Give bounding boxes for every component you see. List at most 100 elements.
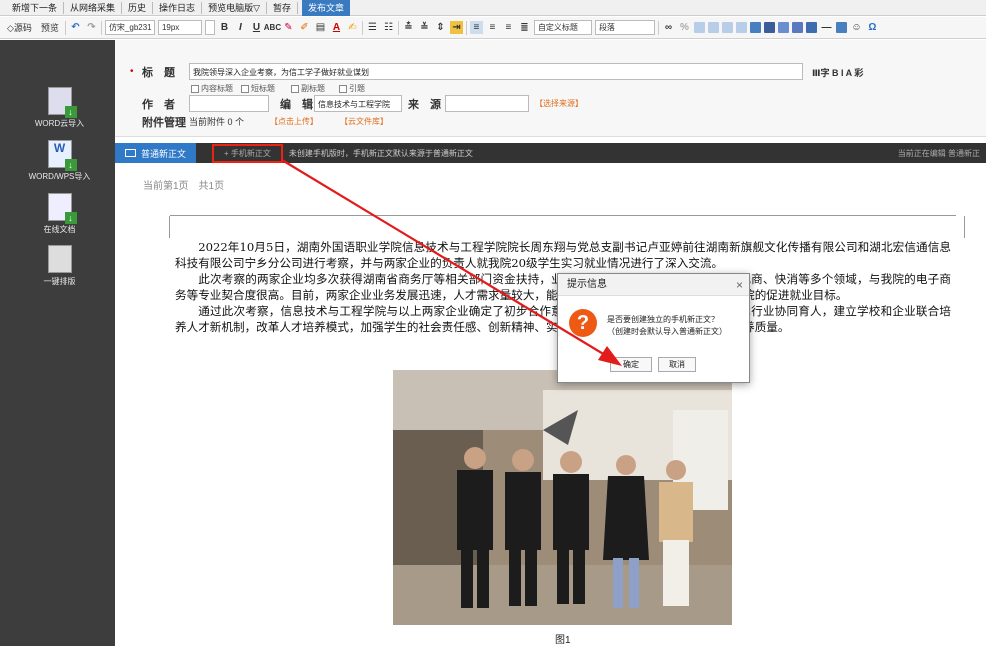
online-document-button[interactable]: ↓ 在线文档 (22, 193, 97, 235)
unordered-list-icon[interactable]: ☷ (382, 21, 395, 34)
emoji-icon[interactable]: ☺ (850, 21, 863, 34)
paragraph-select[interactable]: 段落 (594, 20, 655, 35)
attachment-label: 附件管理 (142, 117, 186, 129)
toolbar-divider (657, 20, 659, 35)
align-center-icon[interactable]: ≡ (486, 21, 499, 34)
music-icon[interactable] (777, 22, 789, 33)
undo-icon[interactable]: ↶ (69, 21, 82, 34)
top-menu-bar: 新增下一条 从网络采集 历史 操作日志 预览电脑版▽ 暂存 发布文章 (0, 0, 986, 16)
font-color-icon[interactable]: A (330, 21, 343, 34)
word-cloud-import-button[interactable]: ↓ WORD云导入 (22, 87, 97, 129)
font-family-select[interactable]: 仿宋_gb231 (104, 20, 155, 35)
title-input[interactable]: 我院领导深入企业考察，为信工学子做好就业谋划 (189, 63, 803, 80)
menu-history[interactable]: 历史 (122, 1, 154, 14)
menu-save-draft[interactable]: 暂存 (267, 1, 298, 14)
cancel-button[interactable]: 取消 (658, 357, 696, 372)
toolbar-divider (361, 20, 363, 35)
format-painter-icon[interactable]: ▤ (314, 21, 327, 34)
paragraph-after-icon[interactable]: ≚ (418, 21, 431, 34)
date-icon[interactable] (835, 22, 847, 33)
eraser-icon[interactable]: ✎ (282, 21, 295, 34)
font-size-select[interactable]: 19px (157, 20, 202, 35)
title-format-tools[interactable]: Ⅲ字 B I A 彩 (812, 66, 863, 79)
one-click-format-button[interactable]: 一键排版 (22, 245, 97, 287)
strikethrough-icon[interactable]: ABC (264, 21, 281, 34)
brush-icon[interactable]: ✐ (298, 21, 311, 34)
redo-icon[interactable]: ↷ (85, 21, 98, 34)
confirm-button[interactable]: 确定 (610, 357, 652, 372)
map-icon[interactable] (805, 22, 817, 33)
upload-link[interactable]: 【点击上传】 (270, 116, 318, 127)
sidebar-item-label: WORD/WPS导入 (28, 172, 91, 181)
highlight-icon[interactable]: ✍ (346, 21, 359, 34)
attachment-icon[interactable] (763, 22, 775, 33)
menu-web-collect[interactable]: 从网络采集 (64, 1, 123, 14)
photo-caption: 图1 (555, 635, 571, 646)
table-merge-icon[interactable] (735, 22, 747, 33)
toolbar-divider (100, 20, 102, 35)
align-left-icon[interactable]: ≡ (469, 21, 483, 34)
sidebar-item-label: 一键排版 (43, 277, 76, 286)
source-input[interactable] (445, 95, 529, 112)
horizontal-rule-icon[interactable]: — (820, 21, 833, 34)
green-badge-icon: ↓ (64, 106, 77, 118)
table-row-icon[interactable] (707, 22, 719, 33)
prompt-dialog: 提示信息 × ? 是否要创建独立的手机新正文？ （创建时会默认导入普通新正文） … (557, 273, 750, 383)
source-button[interactable]: ◇源码 (4, 20, 35, 35)
image-icon[interactable] (749, 22, 761, 33)
paragraph-before-icon[interactable]: ≛ (402, 21, 415, 34)
checkbox-box (241, 84, 249, 93)
align-justify-icon[interactable]: ≣ (518, 21, 531, 34)
table-col-icon[interactable] (721, 22, 733, 33)
link-icon[interactable]: ∞ (662, 21, 675, 34)
author-input[interactable] (189, 95, 269, 112)
menu-preview-pc[interactable]: 预览电脑版▽ (202, 1, 267, 14)
video-icon[interactable] (791, 22, 803, 33)
underline-icon[interactable]: U (250, 21, 263, 34)
online-document-icon: ↓ (47, 193, 77, 224)
green-badge-icon: ↓ (64, 212, 77, 224)
style-select[interactable] (204, 20, 215, 35)
short-title-checkbox[interactable]: 短标题 (241, 83, 275, 94)
preview-button[interactable]: 预览 (38, 20, 62, 35)
choose-source-link[interactable]: 【选择来源】 (535, 98, 583, 109)
publish-button[interactable]: 发布文章 (302, 0, 351, 16)
green-badge-icon: ↓ (64, 159, 77, 171)
tab-mobile-body[interactable]: + 手机新正文 (212, 143, 283, 163)
article-photo (393, 370, 732, 625)
font-size-value: 19px (161, 23, 180, 32)
content-title-checkbox[interactable]: 内容标题 (191, 83, 233, 94)
menu-operation-log[interactable]: 操作日志 (153, 1, 203, 14)
page-corner-left (150, 216, 170, 238)
title-label: 标 题 (142, 67, 175, 79)
dialog-title-bar: 提示信息 × (558, 274, 749, 296)
checkbox-label: 内容标题 (201, 84, 233, 93)
special-char-icon[interactable]: Ω (866, 21, 879, 34)
dialog-title: 提示信息 (567, 279, 607, 290)
bold-icon[interactable]: B (218, 21, 231, 34)
format-document-icon (47, 245, 72, 273)
editor-toolbar: ◇源码 预览 ↶ ↷ 仿宋_gb231 19px B I U ABC ✎ ✐ ▤… (0, 17, 986, 39)
indent-icon[interactable]: ⇥ (449, 21, 463, 34)
import-sidebar: ↓ WORD云导入 W ↓ WORD/WPS导入 ↓ 在线文档 一键排版 (0, 40, 115, 646)
cloud-library-link[interactable]: 【云文件库】 (340, 116, 388, 127)
close-icon[interactable]: × (736, 274, 743, 296)
menu-add-next[interactable]: 新增下一条 (6, 1, 65, 14)
monitor-icon (125, 149, 136, 157)
checkbox-box (291, 84, 299, 93)
editor-input[interactable]: 信息技术与工程学院 (314, 95, 402, 112)
align-right-icon[interactable]: ≡ (502, 21, 515, 34)
unlink-icon[interactable]: % (678, 21, 691, 34)
tab-normal-body[interactable]: 普通新正文 (115, 143, 197, 163)
ordered-list-icon[interactable]: ☰ (366, 21, 379, 34)
subtitle-checkbox[interactable]: 副标题 (291, 83, 325, 94)
line-height-icon[interactable]: ⇕ (434, 21, 447, 34)
font-family-value: 仿宋_gb231 (108, 23, 152, 32)
lead-title-checkbox[interactable]: 引题 (339, 83, 365, 94)
italic-icon[interactable]: I (234, 21, 247, 34)
checkbox-box (339, 84, 347, 93)
paragraph-value: 段落 (598, 23, 615, 32)
table-icon[interactable] (693, 22, 705, 33)
word-wps-import-button[interactable]: W ↓ WORD/WPS导入 (22, 140, 97, 182)
heading-style-select[interactable]: 自定义标题 (533, 20, 592, 35)
